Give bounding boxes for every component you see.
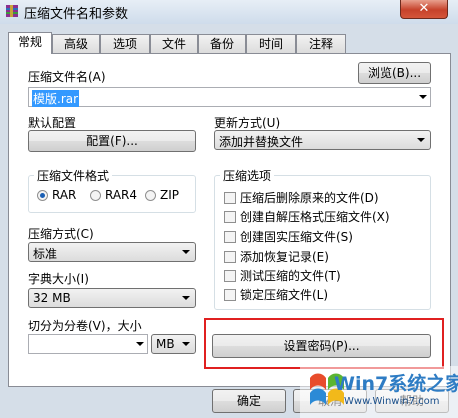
title-bar: 压缩文件名和参数 ✕ (0, 0, 458, 24)
dictionary-size-select[interactable]: 32 MB (28, 288, 196, 308)
ok-button[interactable]: 确定 (212, 389, 286, 413)
chevron-down-icon (182, 342, 190, 346)
default-profile-label: 默认配置 (28, 116, 77, 130)
browse-button[interactable]: 浏览(B)... (358, 62, 431, 84)
close-icon: ✕ (418, 1, 430, 16)
radio-rar[interactable]: RAR (37, 188, 76, 202)
dialog-window: 压缩文件名和参数 ✕ 常规 高级 选项 文件 备份 时间 注释 压缩文件名(A)… (0, 0, 458, 418)
archive-format-title: 压缩文件格式 (34, 167, 113, 184)
window-title: 压缩文件名和参数 (24, 7, 129, 22)
checkbox-icon (224, 251, 236, 263)
split-unit-select[interactable]: MB (151, 334, 196, 354)
update-mode-label: 更新方式(U) (214, 116, 281, 130)
checkbox-icon (224, 289, 236, 301)
split-size-combo[interactable] (28, 334, 148, 354)
checkbox-icon (224, 192, 236, 204)
chevron-down-icon[interactable] (136, 342, 144, 346)
radio-rar4[interactable]: RAR4 (90, 188, 137, 202)
tab-files[interactable]: 文件 (150, 34, 198, 53)
checkbox-recovery-record[interactable]: 添加恢复记录(E) (224, 248, 329, 265)
watermark-brand: Win7系统之家 (334, 373, 458, 395)
tab-comment[interactable]: 注释 (296, 34, 346, 53)
radio-icon (90, 190, 101, 201)
checkbox-lock-archive[interactable]: 锁定压缩文件(L) (224, 286, 328, 303)
checkbox-icon (224, 231, 236, 243)
update-mode-select[interactable]: 添加并替换文件 (214, 130, 431, 150)
archive-name-value: 模版.rar (32, 90, 80, 107)
chevron-down-icon (182, 296, 190, 300)
set-password-button[interactable]: 设置密码(P)... (212, 334, 431, 358)
radio-selected-icon (37, 190, 48, 201)
checkbox-test-files[interactable]: 测试压缩的文件(T) (224, 267, 341, 284)
dictionary-size-label: 字典大小(I) (28, 272, 89, 286)
split-volumes-label: 切分为分卷(V)，大小 (28, 319, 142, 333)
tab-time[interactable]: 时间 (246, 34, 296, 53)
watermark-url: Www.Winwin7.com (344, 396, 440, 407)
checkbox-create-solid[interactable]: 创建固实压缩文件(S) (224, 228, 353, 245)
tab-advanced[interactable]: 高级 (52, 34, 100, 53)
dictionary-size-value: 32 MB (33, 291, 71, 305)
profiles-button[interactable]: 配置(F)... (28, 130, 196, 152)
archive-name-combo[interactable]: 模版.rar (28, 87, 431, 107)
tab-backup[interactable]: 备份 (198, 34, 246, 53)
checkbox-create-sfx[interactable]: 创建自解压格式压缩文件(X) (224, 208, 390, 225)
close-button[interactable]: ✕ (400, 0, 448, 19)
chevron-down-icon (182, 250, 190, 254)
archive-options-title: 压缩选项 (220, 167, 275, 184)
checkbox-delete-after[interactable]: 压缩后删除原来的文件(D) (224, 189, 379, 206)
compression-method-value: 标准 (33, 247, 58, 261)
checkbox-icon (224, 211, 236, 223)
checkbox-icon (224, 270, 236, 282)
archive-name-label: 压缩文件名(A) (28, 70, 106, 84)
tab-options[interactable]: 选项 (100, 34, 150, 53)
update-mode-value: 添加并替换文件 (219, 135, 304, 149)
compression-method-label: 压缩方式(C) (28, 227, 94, 241)
chevron-down-icon (417, 138, 425, 142)
tab-general[interactable]: 常规 (8, 32, 52, 54)
split-unit-value: MB (156, 337, 175, 351)
radio-icon (145, 190, 156, 201)
compression-method-select[interactable]: 标准 (28, 242, 196, 262)
radio-zip[interactable]: ZIP (145, 188, 179, 202)
chevron-down-icon[interactable] (419, 95, 427, 99)
winrar-app-icon (6, 5, 18, 17)
